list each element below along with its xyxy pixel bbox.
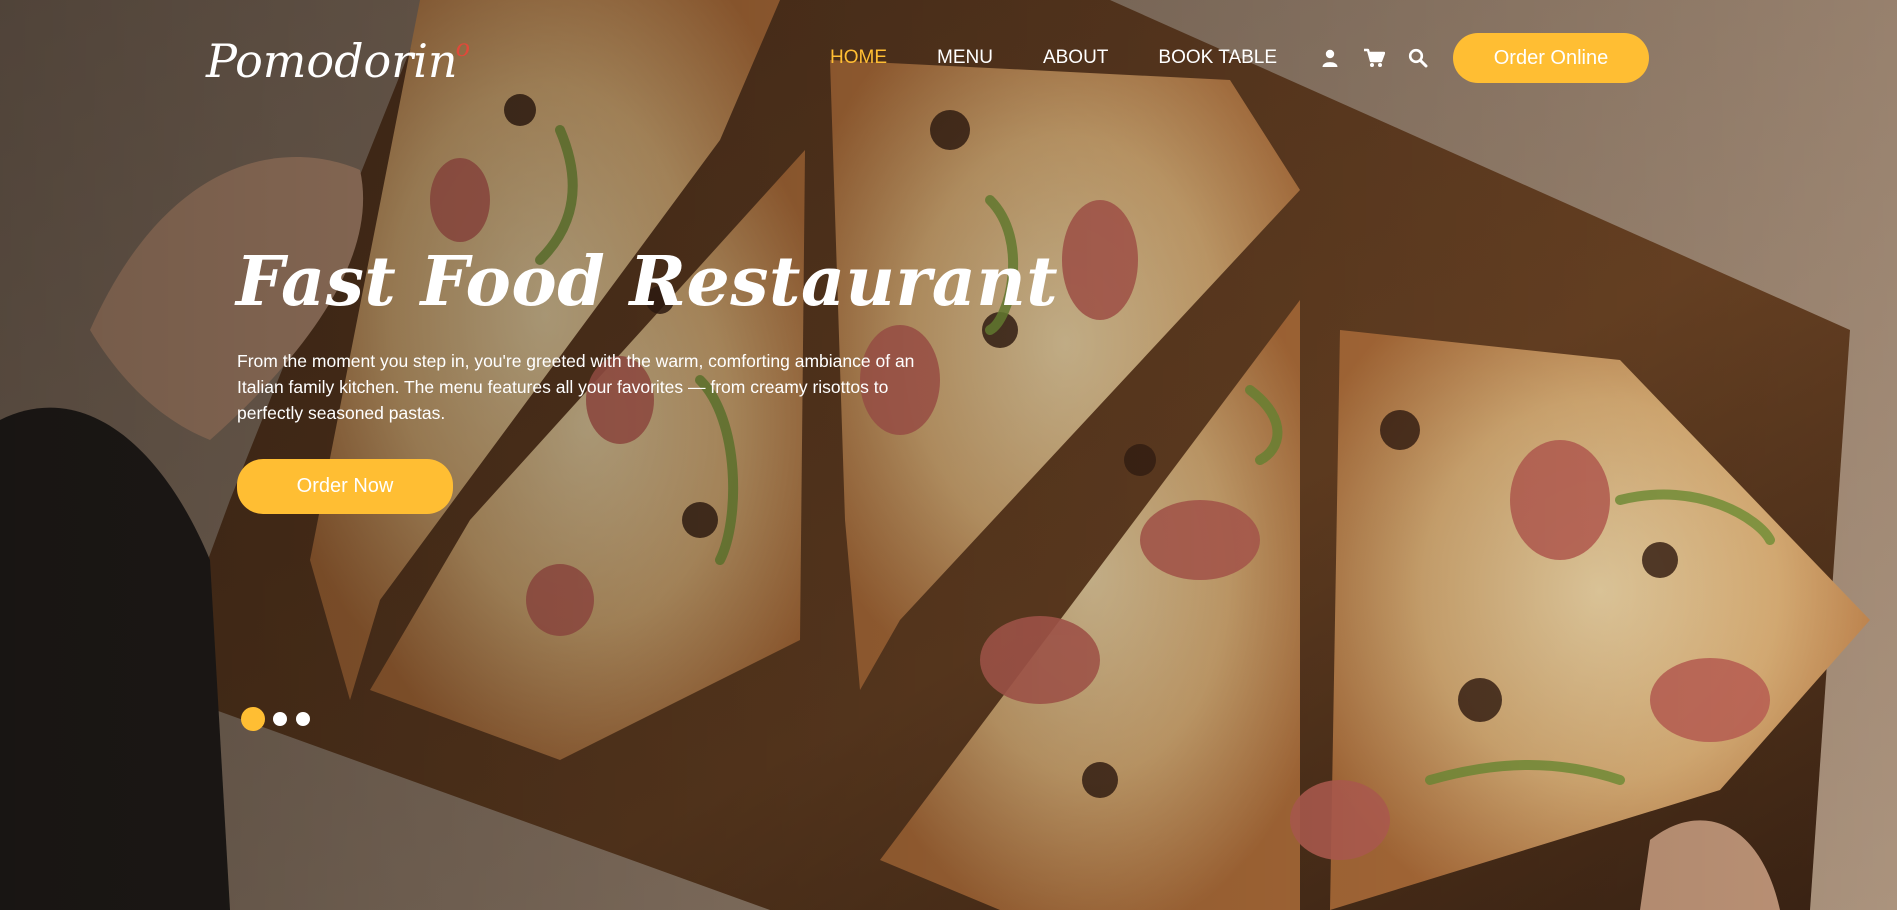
order-now-button[interactable]: Order Now — [237, 459, 453, 514]
carousel-dot-1[interactable] — [241, 707, 265, 731]
nav-item-about[interactable]: ABOUT — [1043, 47, 1108, 69]
nav-item-home[interactable]: HOME — [830, 47, 887, 69]
carousel-dot-2[interactable] — [273, 712, 287, 726]
logo-text: Pomodorin — [206, 34, 458, 88]
site-header: Pomodorino HOME MENU ABOUT BOOK TABLE Or… — [0, 0, 1897, 116]
main-nav: HOME MENU ABOUT BOOK TABLE — [830, 44, 1327, 72]
logo[interactable]: Pomodorino — [206, 34, 470, 88]
nav-icons — [1318, 44, 1450, 72]
hero-section: Pomodorino HOME MENU ABOUT BOOK TABLE Or… — [0, 0, 1897, 910]
search-icon[interactable] — [1406, 46, 1430, 70]
user-icon[interactable] — [1318, 46, 1342, 70]
hero-title: Fast Food Restaurant — [236, 242, 1059, 322]
carousel-dot-3[interactable] — [296, 712, 310, 726]
nav-item-menu[interactable]: MENU — [937, 47, 993, 69]
carousel-indicators — [241, 707, 319, 731]
hero-description: From the moment you step in, you're gree… — [237, 351, 915, 423]
hero-overlay — [0, 0, 1897, 910]
nav-item-book-table[interactable]: BOOK TABLE — [1158, 47, 1277, 69]
cart-icon[interactable] — [1362, 46, 1386, 70]
order-online-button[interactable]: Order Online — [1453, 33, 1649, 83]
logo-mark: o — [455, 34, 471, 62]
